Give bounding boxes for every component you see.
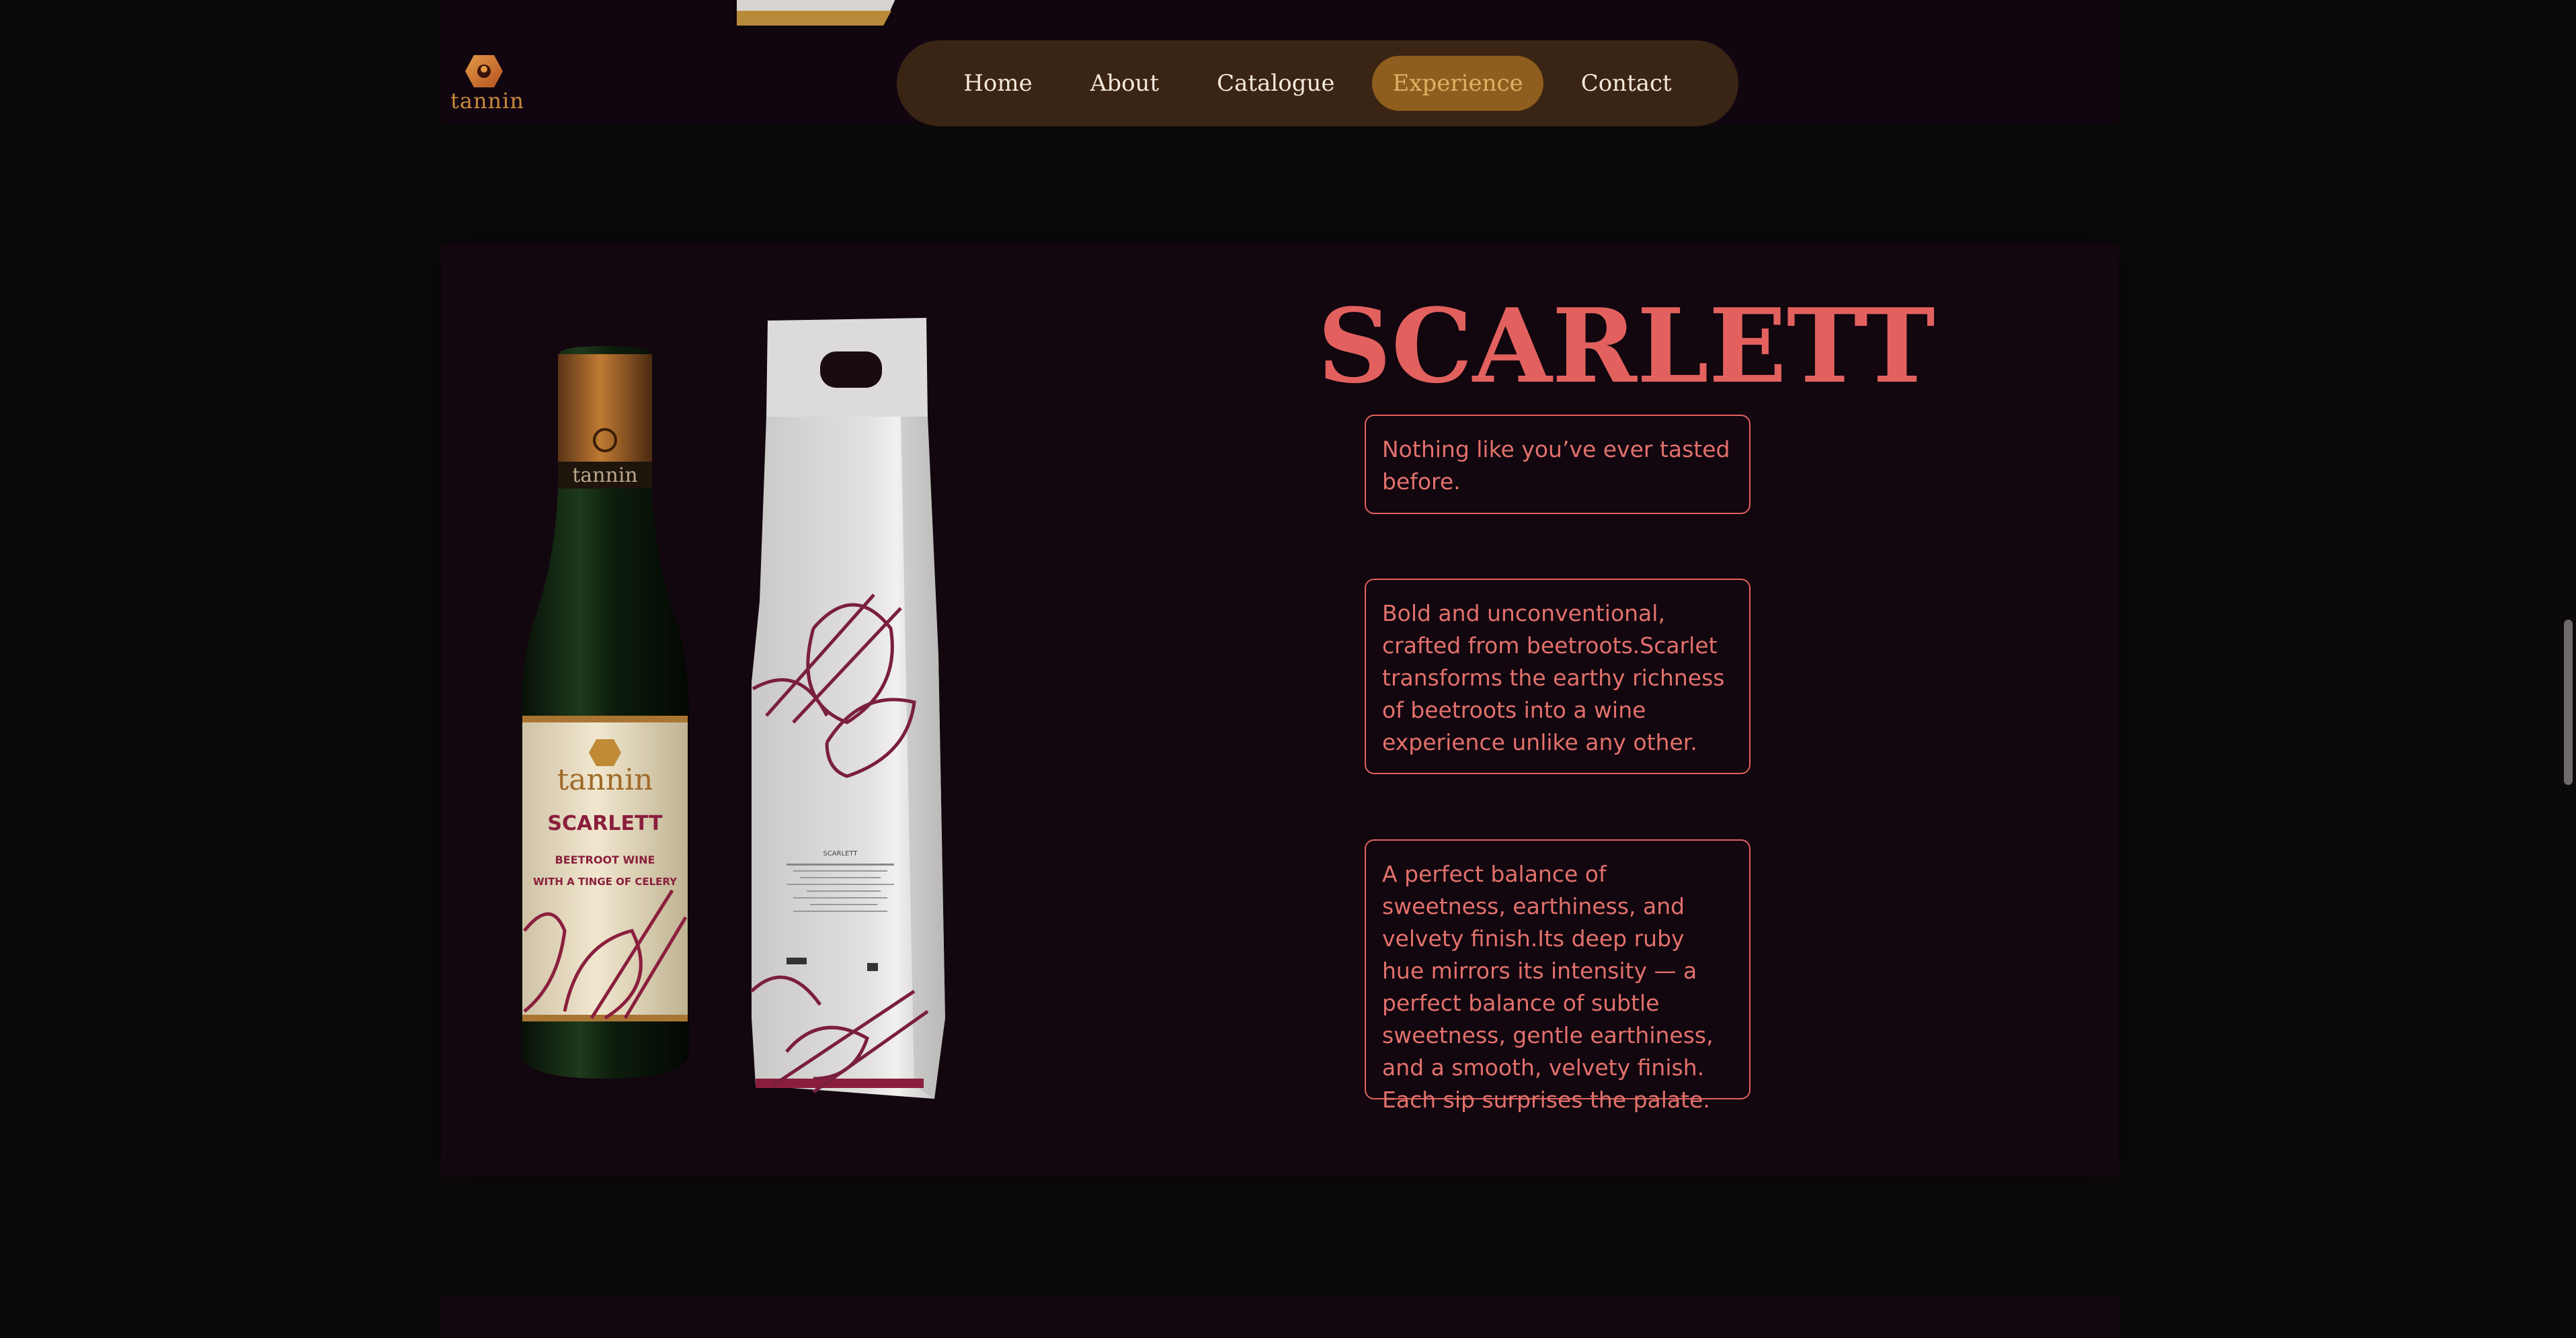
bottle-line2: WITH A TINGE OF CELERY <box>533 876 678 888</box>
previous-product-box <box>737 0 895 26</box>
scarlett-bottle-image: tannin tannin SCARLETT BEETROOT WINE WIT… <box>520 346 690 1079</box>
hexagon-logo-icon <box>465 55 503 87</box>
nav-catalogue[interactable]: Catalogue <box>1197 56 1355 111</box>
bottle-line1: BEETROOT WINE <box>555 853 655 866</box>
brand-logo[interactable]: tannin <box>450 54 524 114</box>
box-name: SCARLETT <box>823 850 858 858</box>
scarlett-gift-box-image: SCARLETT <box>750 318 945 1099</box>
bottle-neck-brand: tannin <box>572 464 638 487</box>
bottle-name: SCARLETT <box>547 812 663 835</box>
nav-home[interactable]: Home <box>943 56 1052 111</box>
description-box-3: A perfect balance of sweetness, earthine… <box>1365 839 1750 1113</box>
bottle-brand: tannin <box>557 763 653 797</box>
main-nav: Home About Catalogue Experience Contact <box>897 40 1738 126</box>
scrollbar-track[interactable] <box>2560 0 2576 1338</box>
next-section-band <box>441 1297 2119 1338</box>
nav-about[interactable]: About <box>1070 56 1179 111</box>
scrollbar-thumb[interactable] <box>2564 620 2573 785</box>
description-box-1: Nothing like you’ve ever tasted before. <box>1365 415 1750 514</box>
product-title: SCARLETT <box>1318 286 1935 406</box>
nav-contact[interactable]: Contact <box>1561 56 1692 111</box>
nav-experience[interactable]: Experience <box>1372 56 1543 111</box>
description-box-2: Bold and unconventional, crafted from be… <box>1365 579 1750 774</box>
logo-text: tannin <box>450 88 524 114</box>
